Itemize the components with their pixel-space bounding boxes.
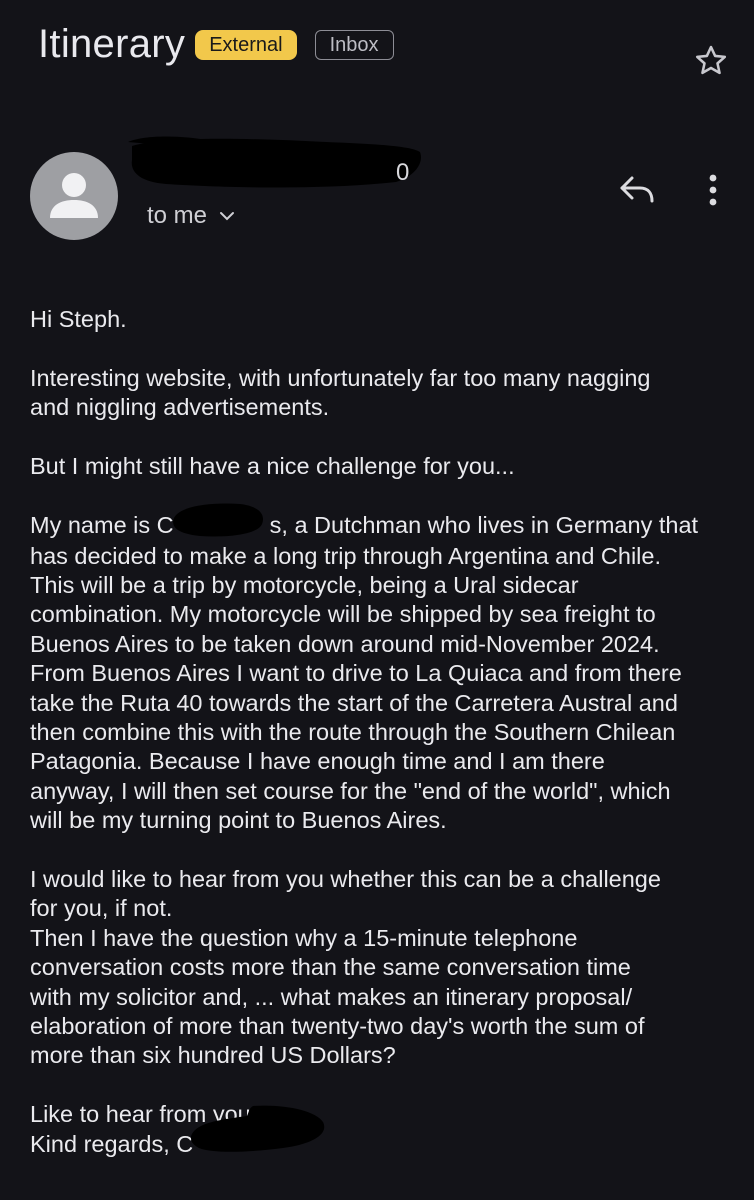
signature-prefix: Kind regards, C [30,1130,194,1157]
signature-line: Kind regards, C [30,1106,740,1161]
external-badge: External [195,29,297,60]
recipient-label: to me [147,202,208,229]
sender-name-redaction [128,136,421,188]
name-redaction [172,503,270,542]
body-paragraph-3: has decided to make a long trip through … [30,542,682,834]
body-paragraph-3-first-line: My name is C s, a Dutchman who lives in G… [30,503,740,542]
chevron-down-icon [220,212,235,221]
subject-row: Itinerary External Inbox [38,22,394,67]
more-vert-icon[interactable] [700,172,726,208]
greeting: Hi Steph. [30,306,127,332]
email-subject: Itinerary [38,22,186,66]
name-outro-text: s, a Dutchman who lives in Germany that [269,511,699,538]
person-avatar-icon [50,173,98,218]
inbox-label-chip[interactable]: Inbox [314,29,394,60]
email-body: Hi Steph. Interesting website, with unfo… [30,305,740,1160]
body-paragraph-4: I would like to hear from you whether th… [30,866,661,1069]
reply-icon[interactable] [618,172,656,206]
signature-redaction [191,1106,333,1160]
star-icon[interactable] [692,42,730,80]
closing-line: Like to hear from you [30,1101,251,1128]
body-paragraph-1: Interesting website, with unfortunately … [30,364,651,421]
body-paragraph-2: But I might still have a nice challenge … [30,453,515,479]
recipient-toggle[interactable]: to me [147,202,235,230]
name-intro-text: My name is C [30,511,174,538]
sender-name-fragment: 0 [396,159,410,186]
sender-avatar[interactable] [30,152,118,240]
